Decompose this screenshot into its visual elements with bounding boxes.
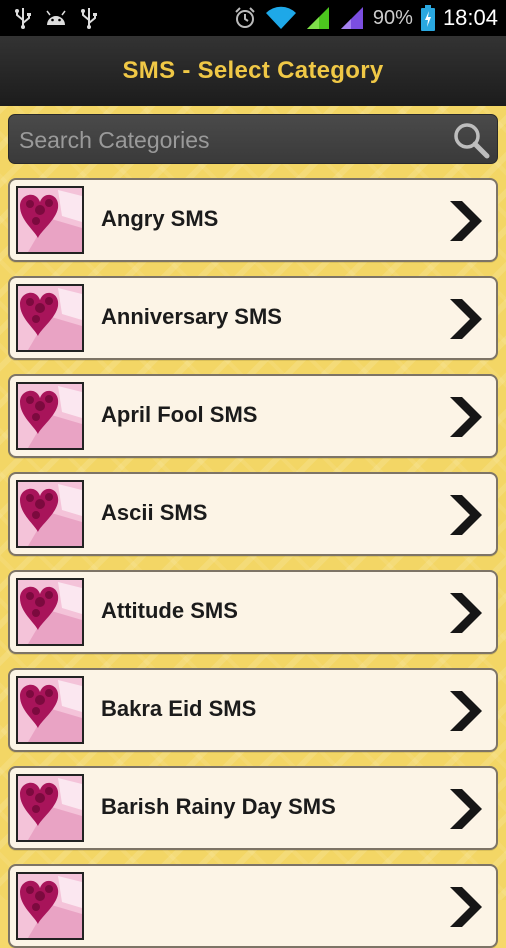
chevron-right-icon — [442, 296, 486, 342]
usb-icon — [14, 7, 32, 29]
heart-roses-icon — [16, 578, 84, 646]
signal-roaming-icon — [339, 6, 365, 30]
status-right-icons: 90% 18:04 — [233, 5, 498, 31]
alarm-icon — [233, 6, 257, 30]
list-item[interactable]: April Fool SMS — [8, 374, 498, 458]
heart-roses-icon — [16, 676, 84, 744]
list-item[interactable]: Barish Rainy Day SMS — [8, 766, 498, 850]
chevron-right-icon — [442, 198, 486, 244]
list-item-label: Bakra Eid SMS — [101, 696, 257, 721]
list-item[interactable]: Angry SMS — [8, 178, 498, 262]
list-item-label: Anniversary SMS — [101, 304, 282, 329]
heart-roses-icon — [16, 284, 84, 352]
title-bar: SMS - Select Category — [0, 36, 506, 108]
chevron-right-icon — [442, 786, 486, 832]
battery-charging-icon — [420, 5, 435, 31]
battery-percent: 90% — [372, 6, 413, 29]
heart-roses-icon — [16, 774, 84, 842]
search-icon[interactable] — [451, 120, 491, 160]
heart-roses-icon — [16, 480, 84, 548]
heart-roses-icon — [16, 872, 84, 940]
list-item-label: Angry SMS — [101, 206, 219, 231]
list-item[interactable] — [8, 864, 498, 948]
list-item[interactable]: Attitude SMS — [8, 570, 498, 654]
chevron-right-icon — [442, 590, 486, 636]
heart-roses-icon — [16, 382, 84, 450]
android-icon — [44, 9, 68, 27]
list-item-label: April Fool SMS — [101, 402, 258, 427]
signal-icon — [305, 6, 331, 30]
chevron-right-icon — [442, 394, 486, 440]
list-item[interactable]: Bakra Eid SMS — [8, 668, 498, 752]
chevron-right-icon — [442, 688, 486, 734]
status-left-icons — [14, 7, 98, 29]
list-item-label: Ascii SMS — [101, 500, 208, 525]
list-item-label: Attitude SMS — [101, 598, 238, 623]
search-input[interactable] — [17, 121, 451, 159]
clock-time: 18:04 — [442, 5, 498, 30]
heart-roses-icon — [16, 186, 84, 254]
content-area[interactable]: Angry SMS Anniversary SMS April Fool SMS — [0, 106, 506, 948]
status-bar: 90% 18:04 — [0, 0, 506, 36]
list-item[interactable]: Anniversary SMS — [8, 276, 498, 360]
search-box[interactable] — [8, 114, 498, 164]
wifi-icon — [265, 6, 297, 30]
chevron-right-icon — [442, 492, 486, 538]
list-item-label: Barish Rainy Day SMS — [101, 794, 336, 819]
chevron-right-icon — [442, 884, 486, 930]
usb-icon — [80, 7, 98, 29]
page-title: SMS - Select Category — [122, 57, 384, 84]
list-item[interactable]: Ascii SMS — [8, 472, 498, 556]
